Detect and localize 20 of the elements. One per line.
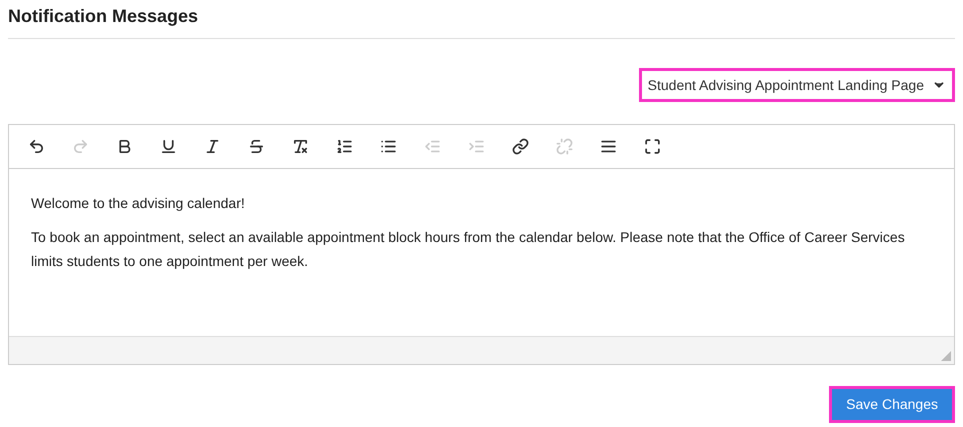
indent-icon <box>468 138 484 155</box>
redo-icon <box>72 138 88 155</box>
strikethrough-icon <box>248 138 264 155</box>
page-dropdown[interactable]: Student Advising Appointment Landing Page <box>638 68 955 102</box>
numbered-list-icon <box>336 138 352 155</box>
underline-icon <box>160 138 176 155</box>
horizontal-rule-icon <box>600 138 616 155</box>
clear-format-icon <box>292 138 308 155</box>
outdent-icon <box>424 138 440 155</box>
save-button[interactable]: Save Changes <box>829 386 955 423</box>
paragraph: To book an appointment, select an available appointment block hours from the calendar below. Please note that the Office of Career Services limits students to one appointment per week. <box>31 228 906 271</box>
bulleted-list-icon <box>380 138 396 155</box>
paragraph: Welcome to the advising calendar! <box>31 194 246 213</box>
page-title: Notification Messages <box>8 5 198 28</box>
italic-icon <box>204 138 220 155</box>
link-icon <box>512 138 528 155</box>
unlink-icon <box>556 138 572 155</box>
resize-handle-icon[interactable] <box>941 351 951 361</box>
undo-icon <box>28 138 44 155</box>
fullscreen-icon <box>644 138 660 155</box>
